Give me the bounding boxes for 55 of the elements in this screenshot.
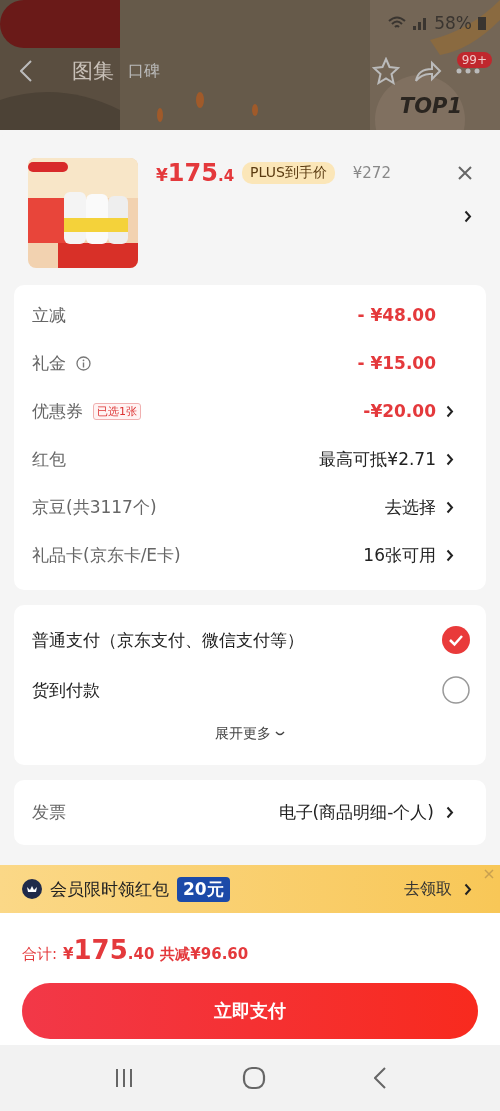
expand-more-link[interactable]: 展开更多 <box>14 715 486 753</box>
total-savings: 共减¥96.60 <box>160 945 249 964</box>
discount-value: - ¥48.00 <box>357 305 436 325</box>
wifi-icon <box>388 16 407 30</box>
payment-label: 普通支付（京东支付、微信支付等） <box>32 628 305 652</box>
discount-label: 立减 <box>32 303 66 327</box>
discount-value: - ¥15.00 <box>357 353 436 373</box>
discount-value: 去选择 <box>385 495 436 519</box>
back-icon[interactable] <box>20 60 32 82</box>
chevron-icon <box>464 882 472 896</box>
nav-tab[interactable]: 口碑 <box>128 60 160 82</box>
back-icon[interactable] <box>374 1067 386 1089</box>
discount-label: 礼品卡(京东卡/E卡) <box>32 543 181 567</box>
radio-unchecked[interactable] <box>442 676 470 704</box>
more-icon[interactable] <box>456 68 480 74</box>
invoice-row[interactable]: 发票 电子(商品明细-个人) <box>14 780 486 845</box>
invoice-value: 电子(商品明细-个人) <box>278 801 434 824</box>
battery-level: 58% <box>434 13 472 33</box>
star-icon[interactable] <box>372 57 400 85</box>
selected-coupon-tag: 已选1张 <box>93 402 141 420</box>
notification-badge: 99+ <box>456 52 492 68</box>
product-price: ¥175.4 <box>156 159 235 187</box>
chevron-icon <box>446 806 454 819</box>
banner-text: TOP1 <box>399 94 462 118</box>
signal-icon <box>412 16 429 30</box>
info-icon[interactable] <box>76 355 91 371</box>
discount-value: 最高可抵¥2.71 <box>319 447 436 471</box>
discount-label: 京豆(共3117个) <box>32 495 157 519</box>
claim-link[interactable]: 去领取 <box>398 877 478 901</box>
promo-title: 会员限时领红包 <box>50 877 169 901</box>
discount-label: 红包 <box>32 447 66 471</box>
pay-now-button[interactable]: 立即支付 <box>22 983 478 1039</box>
battery-icon <box>478 16 486 30</box>
payment-option[interactable]: 货到付款 <box>14 665 486 715</box>
discount-value: 16张可用 <box>363 543 436 567</box>
chevron-icon <box>464 210 472 223</box>
discount-value: -¥20.00 <box>363 401 436 421</box>
caret-icon <box>275 731 285 737</box>
invoice-label: 发票 <box>32 801 66 824</box>
plus-price-tag: PLUS到手价 <box>242 162 335 184</box>
radio-checked[interactable] <box>442 626 470 654</box>
promo-amount: 20元 <box>177 876 230 902</box>
total-label: 合计: <box>22 945 58 964</box>
home-icon[interactable] <box>242 1066 266 1090</box>
discount-label: 礼金 <box>32 351 66 375</box>
payment-option[interactable]: 普通支付（京东支付、微信支付等） <box>14 615 486 665</box>
recent-apps-icon[interactable] <box>114 1068 134 1088</box>
payment-label: 货到付款 <box>32 678 101 702</box>
crown-icon <box>22 879 42 899</box>
close-icon[interactable] <box>458 166 472 180</box>
nav-tab[interactable]: 图集 <box>72 57 114 85</box>
original-price: ¥272 <box>352 164 391 182</box>
total-price: ¥175.40 <box>63 935 155 965</box>
share-icon[interactable] <box>414 59 442 83</box>
discount-label: 优惠券 <box>32 399 83 423</box>
